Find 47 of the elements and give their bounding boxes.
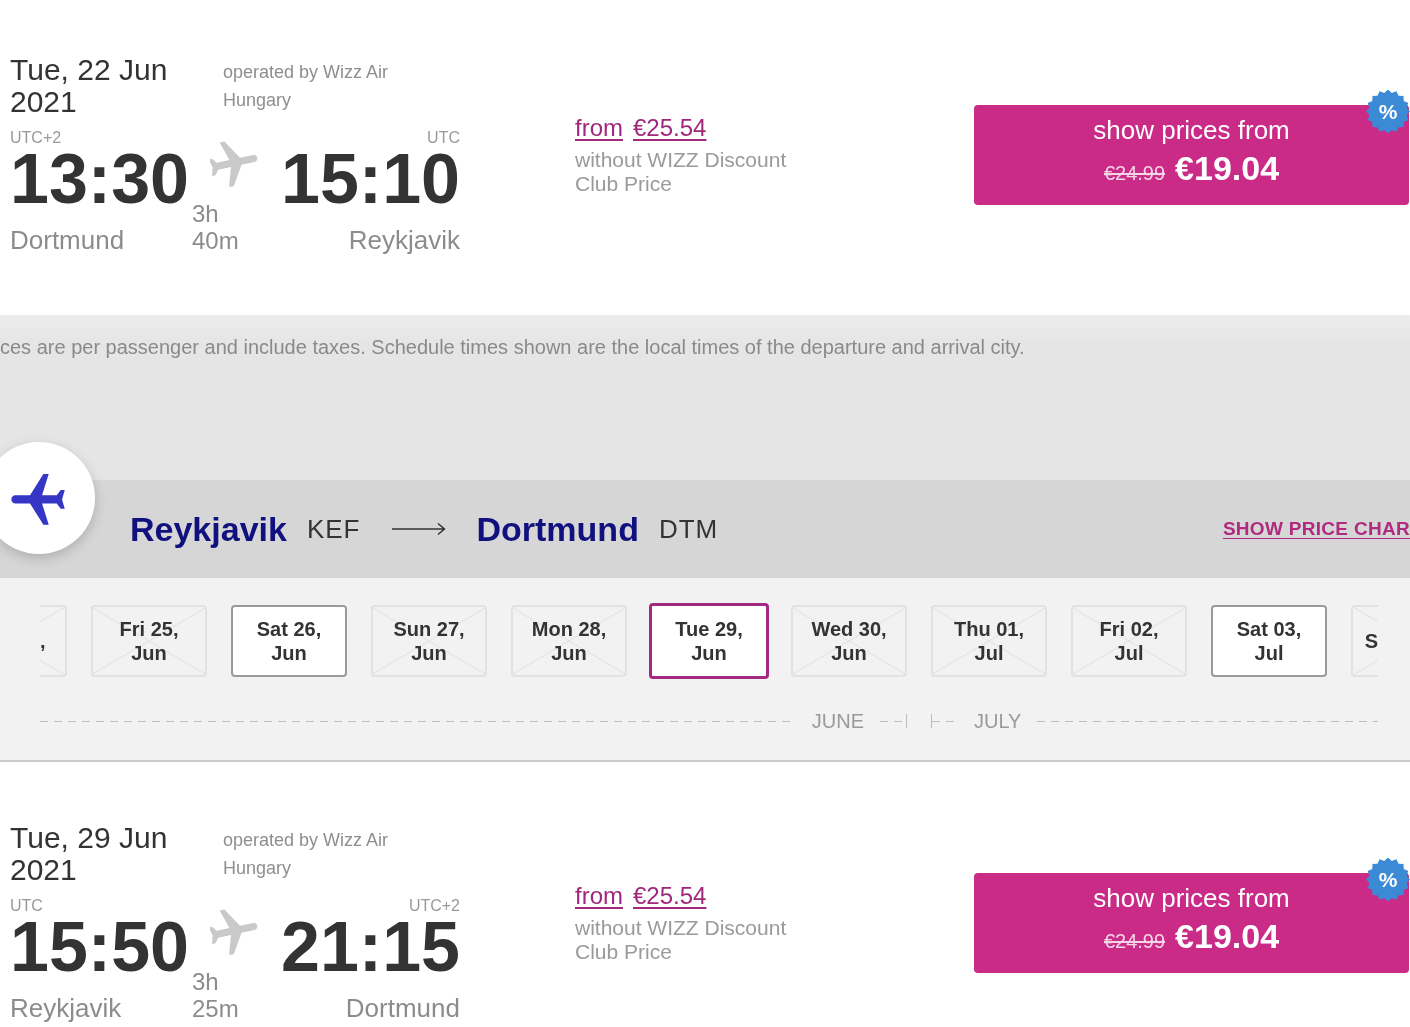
date-option[interactable]: Fri 25, Jun: [91, 605, 207, 677]
origin-city: Reykjavik: [130, 509, 287, 549]
date-option[interactable]: Sat 03, Jul: [1211, 605, 1327, 677]
date-option[interactable]: Tue 29, Jun: [649, 603, 769, 679]
month-label: JUNE: [811, 711, 864, 731]
discount-badge: %: [1366, 89, 1410, 134]
arrival-city: Dortmund: [345, 993, 460, 1023]
departure-city: Dortmund: [10, 225, 125, 255]
destination-city: Dortmund: [476, 509, 639, 549]
from-link[interactable]: from: [575, 881, 623, 911]
arrival-city: Reykjavik: [348, 225, 460, 255]
flight-duration: 3h 40m: [192, 200, 240, 254]
arrival-timezone: UTC+2: [408, 896, 460, 916]
departure-timezone: UTC+2: [10, 128, 62, 148]
departure-time: 13:30: [10, 149, 190, 209]
fare-price-link[interactable]: €25.54: [633, 881, 707, 911]
price-chart-link[interactable]: SHOW PRICE CHAR: [1222, 518, 1410, 540]
arrival-timezone: UTC: [427, 128, 460, 148]
date-option[interactable]: Mon 28, Jun: [511, 605, 627, 677]
date-option[interactable]: Thu 01, Jul: [931, 605, 1047, 677]
date-option[interactable]: Sat 26, Jun: [231, 605, 347, 677]
airplane-icon: [0, 440, 96, 556]
flight-date: Tue, 29 Jun 2021: [10, 822, 169, 886]
operator-text: operated by Wizz Air Hungary: [223, 61, 390, 112]
origin-code: KEF: [306, 513, 361, 545]
fare-note: without WIZZ Discount Club Price: [575, 148, 788, 196]
flight-date: Tue, 22 Jun 2021: [10, 54, 169, 118]
destination-code: DTM: [658, 513, 719, 545]
fare-notice: ces are per passenger and include taxes. Schedule times shown are the local times of the departure and arrival city.: [0, 335, 1026, 359]
fare-price-link[interactable]: €25.54: [633, 113, 707, 143]
departure-city: Reykjavik: [10, 993, 122, 1023]
date-option[interactable]: S: [1351, 605, 1378, 677]
from-link[interactable]: from: [575, 113, 623, 143]
date-option[interactable]: Sun 27, Jun: [371, 605, 487, 677]
operator-text: operated by Wizz Air Hungary: [223, 829, 390, 880]
arrival-time: 15:10: [280, 149, 460, 209]
departure-time: 15:50: [10, 917, 190, 977]
arrival-time: 21:15: [280, 917, 460, 977]
month-label: JULY: [974, 711, 1022, 731]
date-option[interactable]: ,: [40, 605, 67, 677]
date-option[interactable]: Wed 30, Jun: [791, 605, 907, 677]
discount-badge: %: [1366, 857, 1410, 902]
arrow-icon: [392, 522, 447, 536]
departure-timezone: UTC: [10, 896, 43, 916]
fare-note: without WIZZ Discount Club Price: [575, 916, 788, 964]
date-option[interactable]: Fri 02, Jul: [1071, 605, 1187, 677]
flight-duration: 3h 25m: [192, 968, 240, 1022]
